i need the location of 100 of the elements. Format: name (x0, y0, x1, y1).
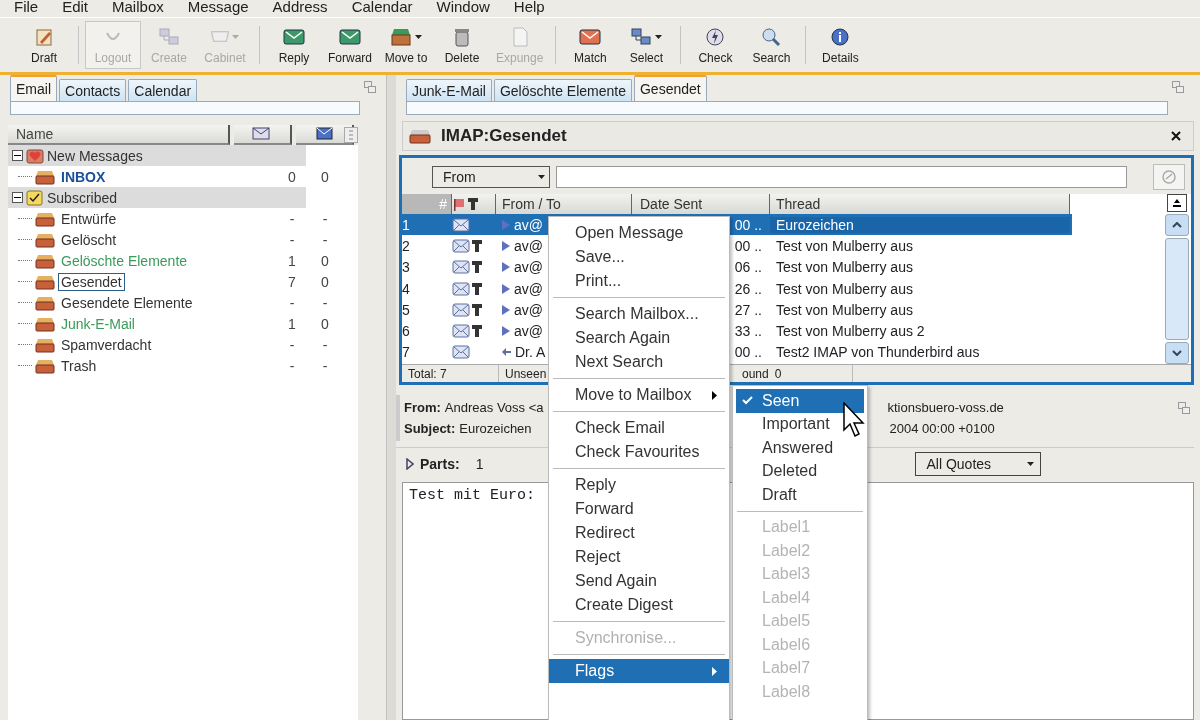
menu-item[interactable]: Edit (62, 0, 89, 17)
column-header[interactable]: Date Sent (632, 194, 770, 214)
menu-item[interactable]: Deleted (736, 459, 864, 483)
menu-item[interactable]: Seen (736, 389, 864, 413)
menu-item[interactable]: Reject (549, 545, 729, 569)
box-icon (390, 26, 412, 47)
toolbar-button[interactable]: Check (687, 21, 744, 69)
menu-item[interactable]: Message (187, 0, 249, 17)
sort-button[interactable] (1167, 194, 1187, 212)
folder-item[interactable]: Junk-E-Mail (58, 314, 138, 333)
count: - (321, 210, 329, 227)
thread-subject[interactable]: Test von Mulberry aus (770, 237, 1070, 254)
menu-item[interactable]: Window (436, 0, 490, 17)
page-icon (510, 26, 529, 47)
folder-item[interactable]: Gesendete Elemente (58, 293, 196, 312)
menu-item[interactable]: Send Again (549, 569, 729, 593)
triangle-icon (502, 304, 510, 315)
menu-item[interactable]: Print... (549, 269, 729, 293)
triangle-icon (502, 262, 510, 273)
mailbox-icon (35, 231, 55, 248)
menu-item[interactable]: File (14, 0, 39, 17)
tab[interactable]: Gesendet (634, 75, 707, 101)
menu-item[interactable]: Forward (549, 497, 729, 521)
toolbar-button[interactable]: Select (618, 21, 675, 69)
menu-item[interactable]: Important (736, 412, 864, 436)
menu-item[interactable]: Search Mailbox... (549, 302, 729, 326)
quotes-dropdown[interactable]: All Quotes (915, 452, 1042, 476)
column-header[interactable] (234, 125, 292, 145)
search-field-dropdown[interactable]: From (432, 166, 550, 188)
thread-subject[interactable]: Test von Mulberry aus 2 (770, 323, 1070, 340)
folder-item[interactable]: Spamverdacht (58, 335, 155, 354)
scroll-thumb[interactable] (1165, 238, 1189, 340)
menu-item[interactable]: Create Digest (549, 593, 729, 617)
menu-item[interactable]: Flags (549, 659, 729, 683)
column-header[interactable]: Thread (770, 194, 1070, 214)
folder-item[interactable]: Gelöschte Elemente (58, 251, 191, 270)
toolbar-button[interactable]: Search (743, 21, 800, 69)
close-icon[interactable] (1171, 131, 1181, 141)
mailbox-icon (35, 336, 55, 353)
triangle-icon (502, 219, 510, 230)
folder-item[interactable]: Gesendet (58, 272, 125, 291)
thread-subject[interactable]: Test von Mulberry aus (770, 259, 1070, 276)
thread-subject[interactable]: Test von Mulberry aus (770, 301, 1070, 318)
sender: av@ (514, 216, 543, 233)
menu-item[interactable]: Open Message (549, 221, 729, 245)
collapse-icon[interactable] (12, 192, 23, 203)
menu-item[interactable]: Answered (736, 436, 864, 460)
tab[interactable]: Gelöschte Elemente (493, 79, 632, 101)
chevron-up-icon (1172, 222, 1182, 228)
menu-item[interactable]: Help (513, 0, 545, 17)
envelope-icon (452, 345, 470, 360)
scroll-up-button[interactable] (1165, 214, 1189, 236)
menu-item[interactable]: Calendar (351, 0, 413, 17)
mailbox-icon (35, 210, 55, 227)
collapse-icon[interactable] (12, 150, 23, 161)
toolbar-button[interactable]: Reply (266, 21, 322, 69)
column-header[interactable]: From / To (496, 194, 632, 214)
menu-item[interactable]: Redirect (549, 521, 729, 545)
folder-item[interactable]: Trash (58, 356, 100, 375)
menu-item[interactable]: Address (272, 0, 328, 17)
tree-group[interactable]: Subscribed (47, 189, 118, 206)
toolbar-button[interactable]: Move to (378, 21, 434, 69)
toolbar-button[interactable]: Details (812, 21, 869, 69)
tab[interactable]: Contacts (59, 79, 127, 101)
menu-item[interactable]: Check Email (549, 416, 729, 440)
tab[interactable]: Email (10, 75, 57, 101)
toolbar-button[interactable]: Forward (322, 21, 378, 69)
scroll-down-button[interactable] (1165, 342, 1189, 364)
menu-item[interactable]: Search Again (549, 326, 729, 350)
message-number: 5 (402, 301, 411, 318)
search-input[interactable] (556, 166, 1127, 188)
folder-item[interactable]: Gelöscht (58, 230, 120, 249)
sender: av@ (514, 323, 543, 340)
column-header[interactable]: Name (8, 125, 230, 145)
envelope-icon (452, 302, 470, 317)
tab[interactable]: Junk-E-Mail (406, 79, 492, 101)
tab[interactable]: Calendar (128, 79, 198, 101)
toolbar-button[interactable]: Draft (16, 21, 72, 69)
folder-item[interactable]: Entwürfe (58, 209, 120, 228)
caret-icon (1027, 462, 1035, 466)
count: - (288, 210, 296, 227)
count: - (321, 336, 329, 353)
menu-item[interactable]: Mailbox (112, 0, 164, 17)
count: - (288, 294, 296, 311)
menu-item[interactable]: Move to Mailbox (549, 383, 729, 407)
thread-subject[interactable]: Eurozeichen (770, 216, 1070, 233)
folder-item[interactable]: INBOX (58, 167, 109, 186)
date-sent: 00 .. (734, 216, 762, 233)
toolbar-button[interactable]: Delete (434, 21, 490, 69)
menu-item[interactable]: Reply (549, 473, 729, 497)
menu-item[interactable]: Check Favourites (549, 440, 729, 464)
thread-subject[interactable]: Test von Mulberry aus (770, 280, 1070, 297)
menu-item[interactable]: Draft (736, 483, 864, 507)
sender: Andreas Voss <a (444, 400, 544, 415)
menu-item[interactable]: Save... (549, 245, 729, 269)
thread-subject[interactable]: Test2 IMAP von Thunderbird aus (770, 344, 1070, 361)
toolbar-button[interactable]: Match (562, 21, 619, 69)
date-sent: 00 .. (734, 237, 762, 254)
triangle-icon[interactable] (406, 458, 414, 470)
envelope-icon (314, 127, 334, 141)
